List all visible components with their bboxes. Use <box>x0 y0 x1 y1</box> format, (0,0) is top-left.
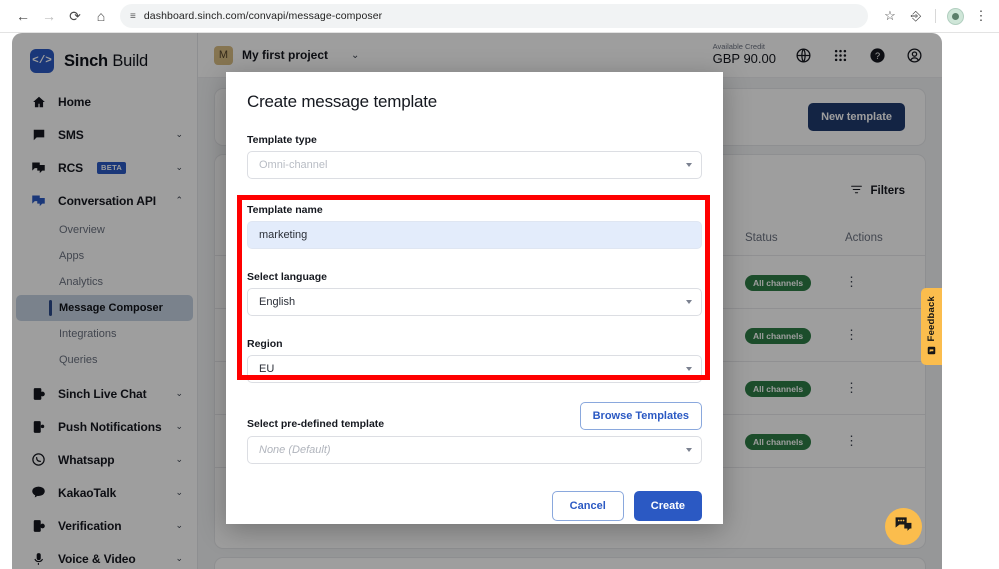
cancel-button[interactable]: Cancel <box>552 491 624 521</box>
url-text: dashboard.sinch.com/convapi/message-comp… <box>144 10 382 22</box>
template-type-select[interactable]: Omni-channel <box>247 151 702 179</box>
predefined-template-placeholder: None (Default) <box>259 444 331 456</box>
browser-toolbar: ← → ⟳ ⌂ ≡ dashboard.sinch.com/convapi/me… <box>0 0 999 33</box>
address-bar[interactable]: ≡ dashboard.sinch.com/convapi/message-co… <box>120 4 868 28</box>
site-settings-icon[interactable]: ≡ <box>130 11 136 22</box>
extensions-icon[interactable]: ⎆ <box>904 4 928 28</box>
predefined-template-select[interactable]: None (Default) <box>247 436 702 464</box>
star-icon[interactable]: ☆ <box>878 4 902 28</box>
chevron-down-icon <box>686 448 692 452</box>
chevron-down-icon <box>686 163 692 167</box>
three-dot-menu-icon[interactable]: ⋮ <box>969 4 993 28</box>
create-message-template-dialog: Create message template Template type Om… <box>226 72 723 524</box>
language-select[interactable]: English <box>247 288 702 316</box>
reload-icon[interactable]: ⟳ <box>62 3 88 29</box>
dialog-title: Create message template <box>247 92 702 112</box>
select-language-label: Select language <box>247 271 702 283</box>
chat-fab-button[interactable] <box>885 508 922 545</box>
language-value: English <box>259 296 295 308</box>
chevron-down-icon <box>686 367 692 371</box>
browser-tools: ☆ ⎆ ⋮ <box>878 4 999 28</box>
template-type-label: Template type <box>247 134 702 146</box>
template-name-input[interactable]: marketing <box>247 221 702 249</box>
feedback-label: Feedback <box>926 296 937 341</box>
feedback-icon <box>927 346 936 357</box>
chat-bubble-icon <box>894 515 913 539</box>
browse-templates-button[interactable]: Browse Templates <box>580 402 702 430</box>
feedback-tab[interactable]: Feedback <box>921 288 942 365</box>
back-arrow-icon[interactable]: ← <box>10 3 36 29</box>
region-value: EU <box>259 363 274 375</box>
toolbar-divider <box>935 9 936 23</box>
region-select[interactable]: EU <box>247 355 702 383</box>
template-name-label: Template name <box>247 204 702 216</box>
create-button[interactable]: Create <box>634 491 702 521</box>
profile-avatar-icon[interactable] <box>943 4 967 28</box>
predefined-template-label: Select pre-defined template <box>247 418 384 430</box>
region-label: Region <box>247 338 702 350</box>
home-icon[interactable]: ⌂ <box>88 3 114 29</box>
chevron-down-icon <box>686 300 692 304</box>
template-type-value: Omni-channel <box>259 159 327 171</box>
forward-arrow-icon[interactable]: → <box>36 3 62 29</box>
template-name-value: marketing <box>259 229 307 241</box>
